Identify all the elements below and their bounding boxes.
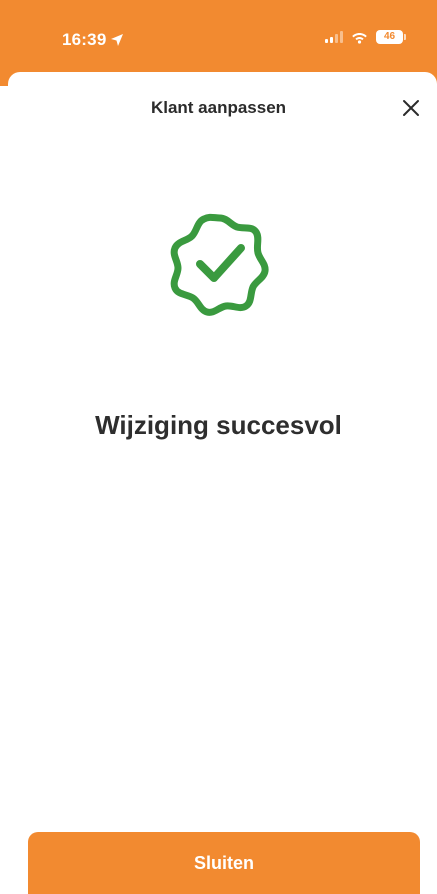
battery-level: 46 (383, 31, 396, 42)
status-indicators: 46 (325, 30, 406, 44)
modal-sheet: Klant aanpassen (8, 72, 437, 894)
success-message: Wijziging succesvol (95, 410, 342, 440)
status-time: 16:39 (62, 30, 124, 50)
signal-icon (325, 31, 343, 43)
app-screen: 16:39 46 Klant aanpassen Wijziging succe… (0, 0, 437, 894)
sheet-title: Klant aanpassen (150, 98, 287, 117)
success-badge-check-icon (170, 213, 269, 316)
close-button[interactable]: Sluiten (28, 832, 420, 894)
battery-indicator: 46 (376, 30, 406, 44)
wifi-icon (352, 32, 367, 44)
close-icon[interactable] (399, 96, 423, 120)
status-time-label: 16:39 (62, 30, 107, 49)
location-arrow-icon (111, 34, 124, 46)
